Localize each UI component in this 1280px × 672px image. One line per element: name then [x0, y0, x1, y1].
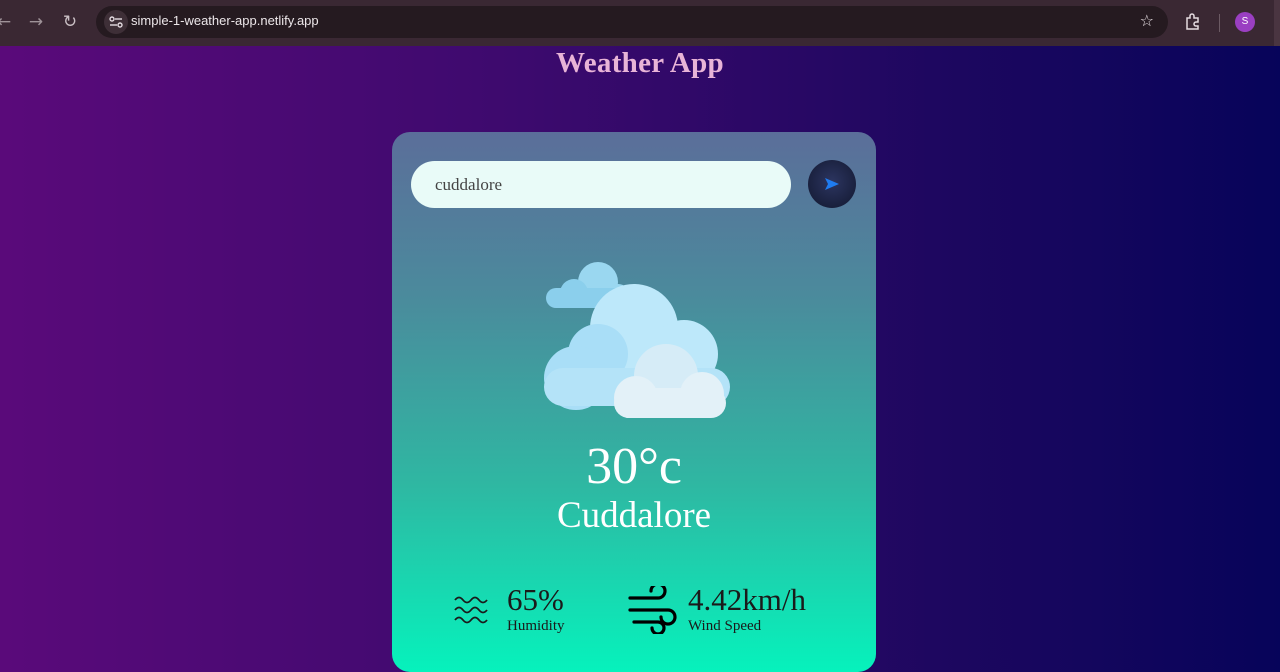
back-arrow-icon[interactable]: ← — [0, 10, 16, 34]
search-button[interactable] — [808, 160, 856, 208]
send-arrow-icon — [825, 178, 839, 190]
reload-icon[interactable]: ↻ — [58, 10, 82, 34]
weather-card: 30°c Cuddalore 65% Humidity 4.42km/h Win… — [392, 132, 876, 672]
humidity-value: 65% — [507, 582, 564, 617]
wind-speed-value: 4.42km/h — [688, 582, 806, 617]
search-input[interactable] — [411, 161, 791, 208]
humidity-label: Humidity — [507, 618, 565, 634]
page-title: Weather App — [556, 47, 724, 79]
bookmark-star-icon[interactable]: ☆ — [1140, 11, 1154, 30]
menu-edge — [1274, 0, 1280, 46]
cloudy-icon — [544, 262, 730, 418]
wind-speed-label: Wind Speed — [688, 618, 762, 634]
site-info-icon[interactable] — [104, 10, 128, 34]
profile-avatar[interactable]: S — [1235, 12, 1255, 32]
extensions-icon[interactable] — [1184, 12, 1202, 35]
browser-toolbar: ← → ↻ simple-1-weather-app.netlify.app ☆… — [0, 0, 1280, 46]
url-text[interactable]: simple-1-weather-app.netlify.app — [131, 13, 319, 28]
humidity-waves-icon — [454, 596, 488, 624]
wind-icon — [628, 586, 677, 634]
address-bar[interactable]: simple-1-weather-app.netlify.app ☆ — [96, 6, 1168, 38]
city-name: Cuddalore — [556, 495, 712, 536]
temperature-value: 30°c — [586, 438, 682, 495]
toolbar-divider — [1219, 14, 1220, 32]
forward-arrow-icon[interactable]: → — [24, 10, 48, 34]
